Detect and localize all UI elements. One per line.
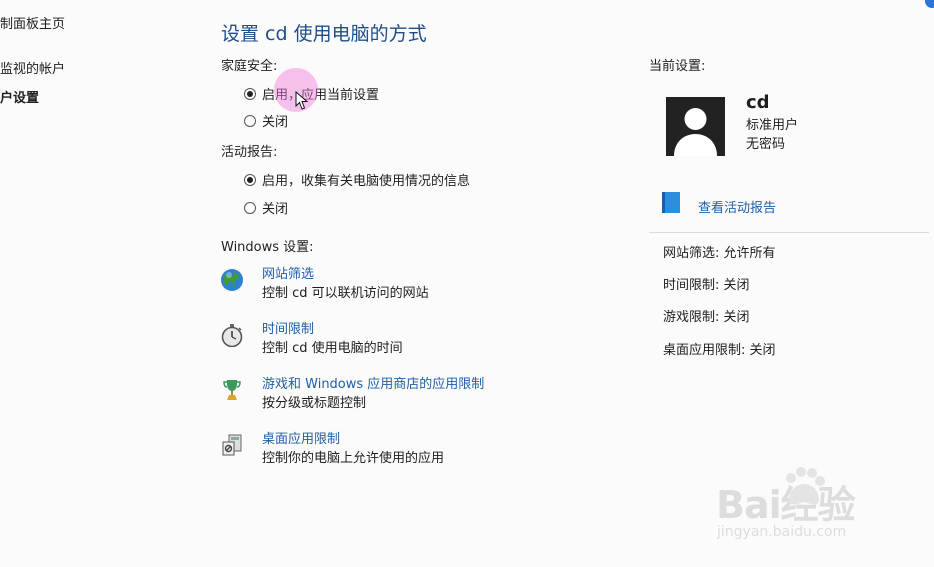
globe-icon [221, 269, 243, 291]
sidebar-item-monitored-accounts[interactable]: 监视的帐户 [0, 58, 65, 77]
radio-selected-icon [244, 87, 256, 100]
radio-unselected-icon [244, 201, 256, 214]
windows-settings-label: Windows 设置: [221, 240, 314, 255]
watermark-url: jingyan.baidu.com [717, 524, 847, 540]
corner-accent [925, 0, 934, 8]
setting-time-limits: 时间限制 控制 cd 使用电脑的时间 [220, 321, 403, 359]
sidebar-item-user-settings[interactable]: 户设置 [0, 87, 39, 106]
view-activity-report-link[interactable]: 查看活动报告 [698, 197, 776, 216]
family-safety-off-radio[interactable]: 关闭 [244, 111, 288, 130]
user-password-status: 无密码 [746, 137, 786, 152]
avatar [666, 97, 725, 156]
user-account-type: 标准用户 [746, 118, 799, 133]
user-name: cd [746, 92, 770, 113]
activity-reports-off-radio[interactable]: 关闭 [244, 198, 288, 217]
sidebar-item-control-panel-home[interactable]: 制面板主页 [0, 13, 65, 32]
stopwatch-icon [221, 324, 243, 347]
current-settings-label: 当前设置: [649, 59, 706, 74]
activity-reports-on-label: 启用，收集有关电脑使用情况的信息 [262, 174, 471, 189]
desktop-app-limits-link[interactable]: 桌面应用限制 [262, 431, 444, 449]
paw-logo-icon [786, 467, 825, 505]
activity-reports-on-radio[interactable]: 启用，收集有关电脑使用情况的信息 [244, 170, 470, 189]
game-app-limits-link[interactable]: 游戏和 Windows 应用商店的应用限制 [262, 376, 484, 394]
radio-unselected-icon [244, 114, 256, 127]
activity-reports-label: 活动报告: [221, 145, 278, 160]
family-safety-off-label: 关闭 [262, 115, 289, 130]
trophy-icon [223, 380, 241, 400]
setting-web-filtering: 网站筛选 控制 cd 可以联机访问的网站 [220, 266, 429, 304]
desktop-app-limits-desc: 控制你的电脑上允许使用的应用 [262, 451, 445, 466]
page-title: 设置 cd 使用电脑的方式 [221, 23, 427, 45]
status-game-limit: 游戏限制: 关闭 [663, 310, 750, 325]
setting-game-app-limits: 游戏和 Windows 应用商店的应用限制 按分级或标题控制 [220, 376, 484, 414]
status-time-limit: 时间限制: 关闭 [663, 278, 750, 293]
activity-reports-off-label: 关闭 [262, 202, 289, 217]
time-limits-desc: 控制 cd 使用电脑的时间 [262, 341, 403, 356]
status-desktop-app-limit: 桌面应用限制: 关闭 [663, 343, 776, 358]
app-restrict-icon [222, 434, 242, 456]
game-app-limits-desc: 按分级或标题控制 [262, 396, 367, 411]
family-safety-label: 家庭安全: [221, 59, 278, 74]
time-limits-link[interactable]: 时间限制 [262, 321, 403, 339]
radio-selected-icon [244, 173, 256, 186]
user-silhouette-icon [666, 97, 725, 156]
mouse-pointer-icon [295, 91, 309, 110]
web-filtering-desc: 控制 cd 可以联机访问的网站 [262, 286, 429, 301]
web-filtering-link[interactable]: 网站筛选 [262, 266, 429, 284]
status-web-filter: 网站筛选: 允许所有 [663, 246, 776, 261]
report-book-icon [662, 192, 680, 213]
divider [649, 232, 929, 233]
setting-desktop-app-limits: 桌面应用限制 控制你的电脑上允许使用的应用 [220, 431, 444, 469]
